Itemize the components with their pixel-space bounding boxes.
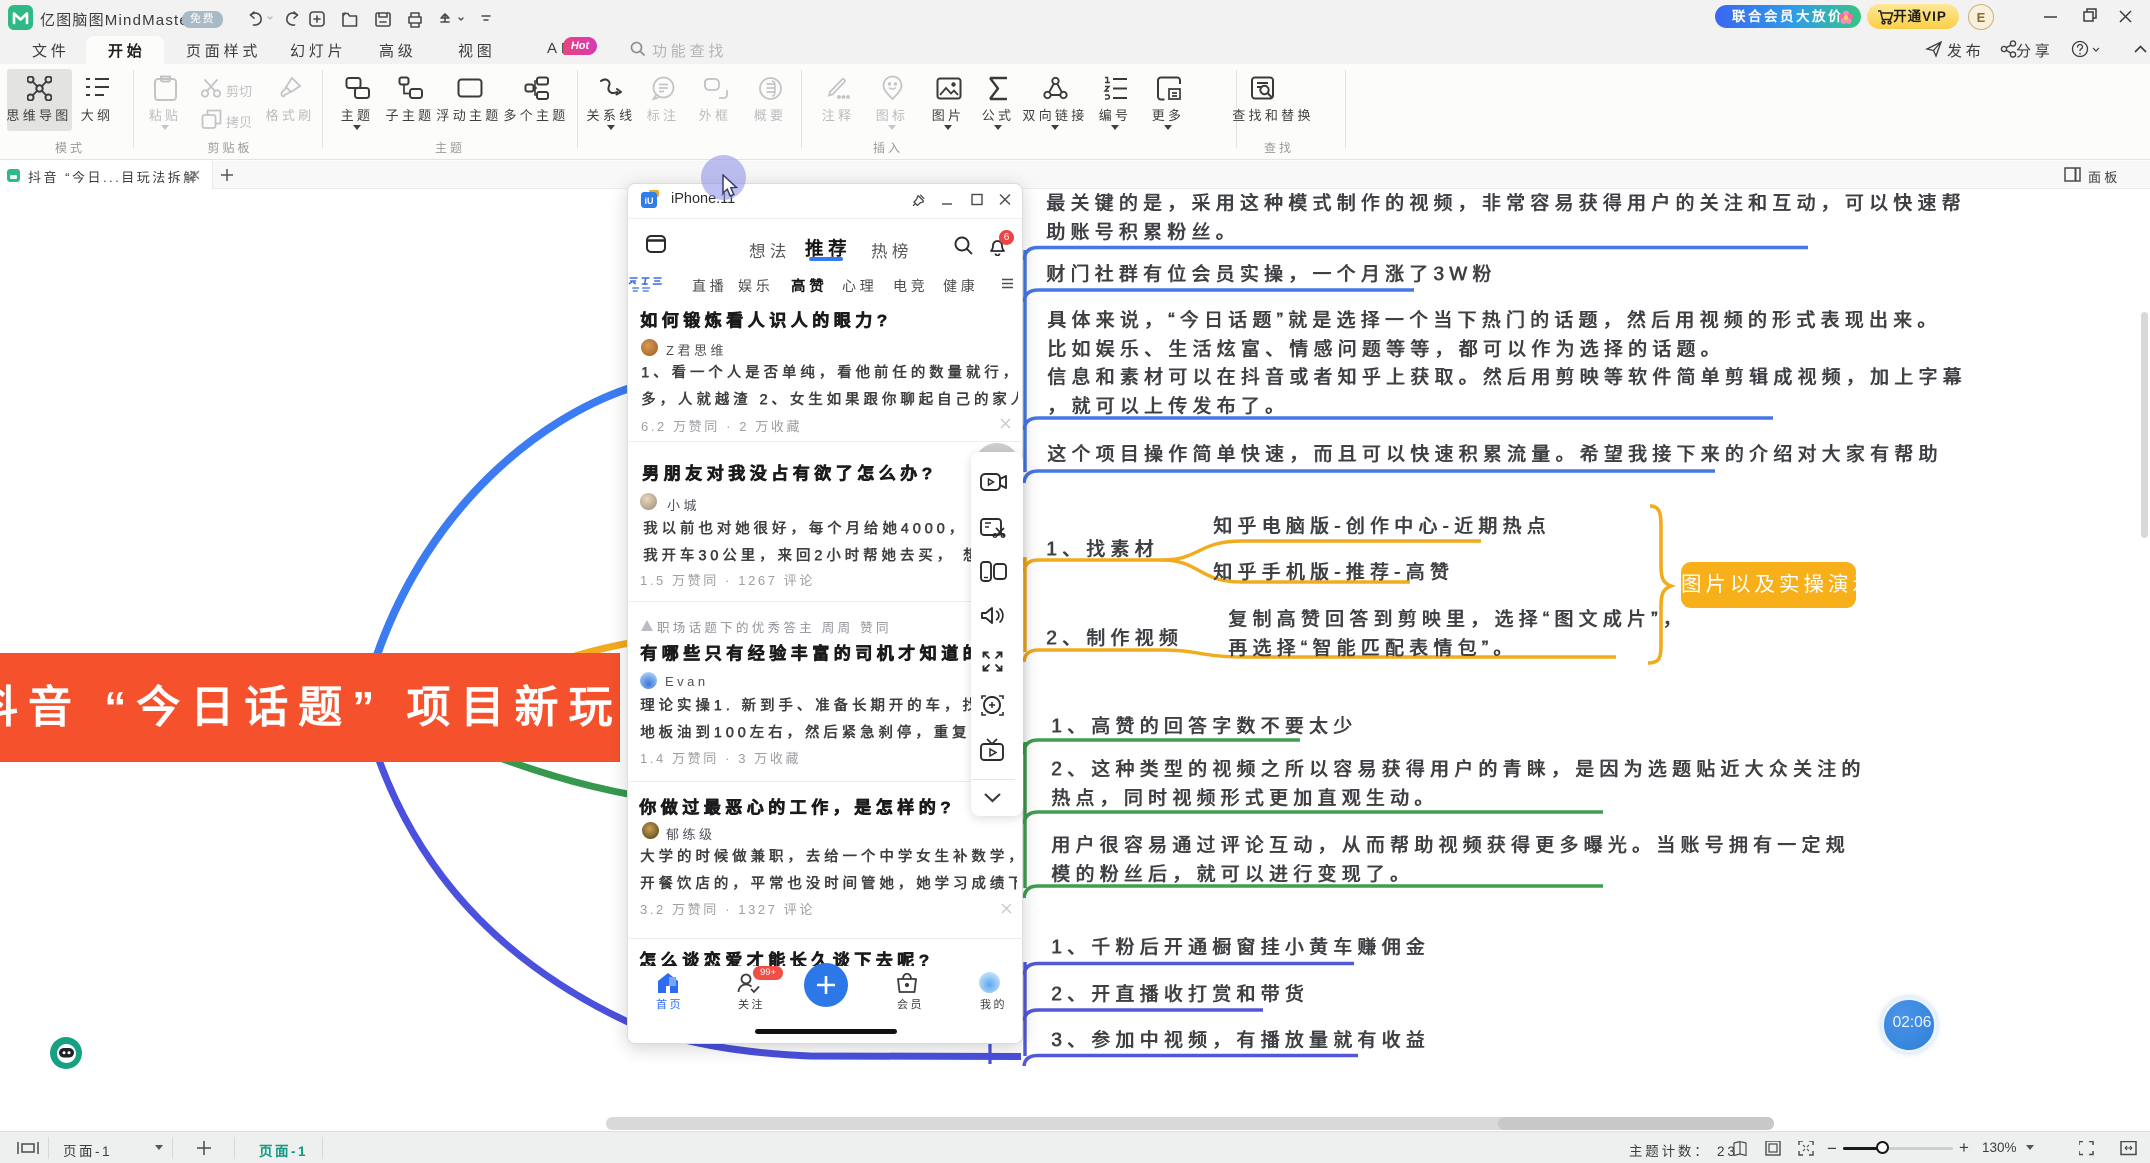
svg-text:iU: iU [645, 196, 654, 206]
